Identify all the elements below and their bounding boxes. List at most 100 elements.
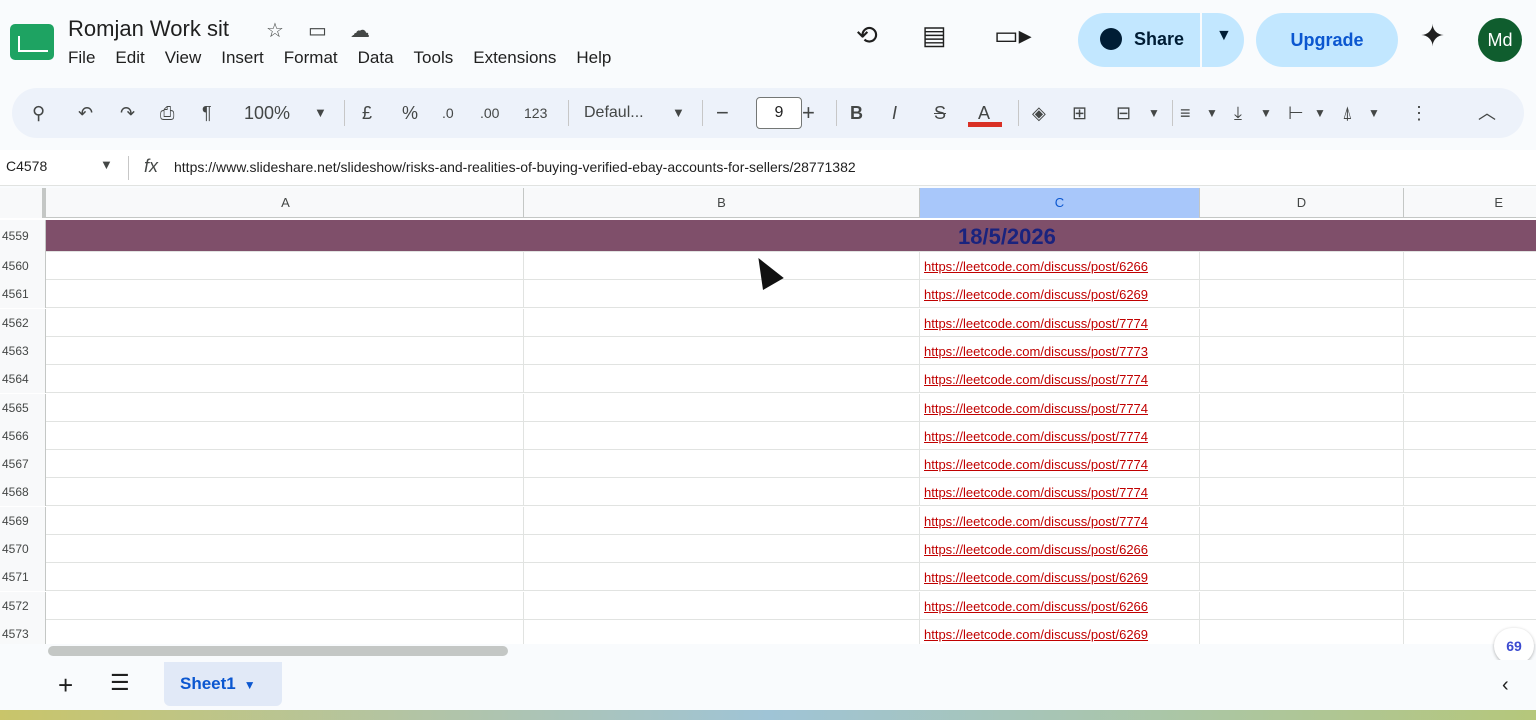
cell-b[interactable] bbox=[524, 393, 920, 422]
cell-d[interactable] bbox=[1200, 506, 1404, 535]
sheet-tab[interactable]: Sheet1 ▼ bbox=[164, 662, 282, 706]
column-header-a[interactable]: A bbox=[48, 188, 524, 218]
currency-format-button[interactable]: £ bbox=[362, 100, 372, 126]
cell-a[interactable] bbox=[48, 478, 524, 507]
search-menus-icon[interactable]: ⚲ bbox=[32, 100, 45, 126]
cell-c-link[interactable]: https://leetcode.com/discuss/post/7773 bbox=[920, 336, 1200, 365]
decrease-font-size-button[interactable]: − bbox=[716, 100, 729, 126]
cell-c-link[interactable]: https://leetcode.com/discuss/post/7774 bbox=[920, 478, 1200, 507]
menu-view[interactable]: View bbox=[165, 48, 212, 68]
strikethrough-button[interactable]: S bbox=[934, 100, 946, 126]
hyperlink[interactable]: https://leetcode.com/discuss/post/6266 bbox=[920, 259, 1148, 274]
cell-b[interactable] bbox=[524, 506, 920, 535]
collapse-menu-chevron-up-icon[interactable]: ︿ bbox=[1478, 100, 1496, 126]
merge-cells-icon[interactable]: ⊟ bbox=[1116, 100, 1131, 126]
table-row[interactable]: 4566 https://leetcode.com/discuss/post/77… bbox=[0, 421, 1536, 450]
decrease-decimal-button[interactable]: .0 bbox=[442, 100, 454, 126]
cell-d[interactable] bbox=[1200, 591, 1404, 620]
table-row[interactable]: 4571 https://leetcode.com/discuss/post/62… bbox=[0, 563, 1536, 592]
cell-b[interactable] bbox=[524, 619, 920, 644]
undo-icon[interactable]: ↶ bbox=[78, 100, 93, 126]
cell-c-link[interactable]: https://leetcode.com/discuss/post/6269 bbox=[920, 619, 1200, 644]
cell-b[interactable] bbox=[524, 308, 920, 337]
cell-c-link[interactable]: https://leetcode.com/discuss/post/6269 bbox=[920, 563, 1200, 592]
cell-b[interactable] bbox=[524, 336, 920, 365]
cell-c-link[interactable]: https://leetcode.com/discuss/post/6269 bbox=[920, 280, 1200, 309]
share-button[interactable]: Share ▼ bbox=[1078, 13, 1244, 67]
paint-format-icon[interactable]: ¶ bbox=[202, 100, 212, 126]
name-box-dropdown-icon[interactable]: ▼ bbox=[100, 157, 113, 172]
formula-input[interactable]: https://www.slideshare.net/slideshow/ris… bbox=[174, 159, 856, 175]
cell-e[interactable] bbox=[1404, 394, 1536, 422]
cell-e[interactable] bbox=[1404, 563, 1536, 591]
bold-button[interactable]: B bbox=[850, 100, 863, 126]
hyperlink[interactable]: https://leetcode.com/discuss/post/7774 bbox=[920, 485, 1148, 500]
column-header-d[interactable]: D bbox=[1200, 188, 1404, 218]
column-header-b[interactable]: B bbox=[524, 188, 920, 218]
cell-e[interactable] bbox=[1404, 592, 1536, 620]
percent-format-button[interactable]: % bbox=[402, 100, 418, 126]
date-cell[interactable]: 18/5/2026 bbox=[920, 220, 1200, 252]
cell-e[interactable] bbox=[1404, 309, 1536, 337]
cell-b[interactable] bbox=[524, 478, 920, 507]
cloud-status-icon[interactable]: ☁ bbox=[350, 18, 370, 43]
font-family-select[interactable]: Defaul... bbox=[584, 100, 644, 126]
select-all-corner[interactable] bbox=[0, 188, 46, 218]
table-row[interactable]: 4563 https://leetcode.com/discuss/post/77… bbox=[0, 336, 1536, 365]
cell-e[interactable] bbox=[1404, 535, 1536, 563]
menu-tools[interactable]: Tools bbox=[414, 48, 464, 68]
cell-a[interactable] bbox=[48, 591, 524, 620]
cell-a[interactable] bbox=[48, 393, 524, 422]
rotation-dropdown-icon[interactable]: ▼ bbox=[1368, 100, 1380, 126]
horizontal-align-icon[interactable]: ≡ bbox=[1180, 100, 1191, 126]
halign-dropdown-icon[interactable]: ▼ bbox=[1206, 100, 1218, 126]
upgrade-button[interactable]: Upgrade bbox=[1256, 13, 1398, 67]
row-number[interactable]: 4565 bbox=[0, 393, 46, 422]
table-row[interactable]: 4559 18/5/2026 bbox=[0, 220, 1536, 252]
row-number[interactable]: 4572 bbox=[0, 591, 46, 620]
cell-d[interactable] bbox=[1200, 563, 1404, 592]
table-row[interactable]: 4570 https://leetcode.com/discuss/post/62… bbox=[0, 535, 1536, 563]
table-row[interactable]: 4564 https://leetcode.com/discuss/post/77… bbox=[0, 365, 1536, 394]
cell-c-link[interactable]: https://leetcode.com/discuss/post/7774 bbox=[920, 450, 1200, 479]
cell-b[interactable] bbox=[524, 535, 920, 563]
cell-c-link[interactable]: https://leetcode.com/discuss/post/6266 bbox=[920, 591, 1200, 620]
sheets-logo-icon[interactable] bbox=[10, 24, 54, 60]
sheet-tab-dropdown-icon[interactable]: ▼ bbox=[244, 678, 256, 692]
table-row[interactable]: 4572 https://leetcode.com/discuss/post/62… bbox=[0, 591, 1536, 620]
cell-e[interactable] bbox=[1404, 337, 1536, 365]
valign-dropdown-icon[interactable]: ▼ bbox=[1260, 100, 1272, 126]
cell-b[interactable] bbox=[524, 450, 920, 479]
cell-c-link[interactable]: https://leetcode.com/discuss/post/7774 bbox=[920, 365, 1200, 394]
cell-d[interactable] bbox=[1200, 365, 1404, 394]
cell-a[interactable] bbox=[48, 280, 524, 309]
document-title[interactable]: Romjan Work sit bbox=[68, 16, 229, 42]
all-sheets-menu-icon[interactable]: ☰ bbox=[110, 670, 130, 696]
cell-e[interactable] bbox=[1404, 478, 1536, 506]
cell-b[interactable] bbox=[524, 252, 920, 280]
increase-font-size-button[interactable]: + bbox=[802, 100, 815, 126]
cell-b[interactable] bbox=[524, 280, 920, 309]
cell-d[interactable] bbox=[1200, 421, 1404, 450]
cell-d[interactable] bbox=[1200, 336, 1404, 365]
row-number[interactable]: 4570 bbox=[0, 535, 46, 563]
add-sheet-plus-icon[interactable]: + bbox=[58, 670, 73, 701]
zoom-select[interactable]: 100% bbox=[244, 100, 290, 126]
avatar[interactable]: Md bbox=[1478, 18, 1522, 62]
version-history-icon[interactable]: ⟲ bbox=[856, 22, 878, 48]
cell-e[interactable] bbox=[1404, 252, 1536, 280]
cell-a[interactable] bbox=[48, 365, 524, 394]
cell-a[interactable] bbox=[48, 506, 524, 535]
move-folder-icon[interactable]: ▭ bbox=[308, 18, 327, 43]
row-number[interactable]: 4559 bbox=[0, 220, 46, 252]
hyperlink[interactable]: https://leetcode.com/discuss/post/6266 bbox=[920, 599, 1148, 614]
row-number[interactable]: 4560 bbox=[0, 252, 46, 280]
hyperlink[interactable]: https://leetcode.com/discuss/post/7774 bbox=[920, 316, 1148, 331]
cell-e[interactable] bbox=[1404, 280, 1536, 308]
cell-a[interactable] bbox=[48, 450, 524, 479]
cell-b[interactable] bbox=[524, 563, 920, 592]
column-header-c[interactable]: C bbox=[920, 188, 1200, 218]
row-number[interactable]: 4573 bbox=[0, 619, 46, 644]
floating-badge[interactable]: 69 bbox=[1494, 628, 1534, 664]
row-number[interactable]: 4569 bbox=[0, 506, 46, 535]
